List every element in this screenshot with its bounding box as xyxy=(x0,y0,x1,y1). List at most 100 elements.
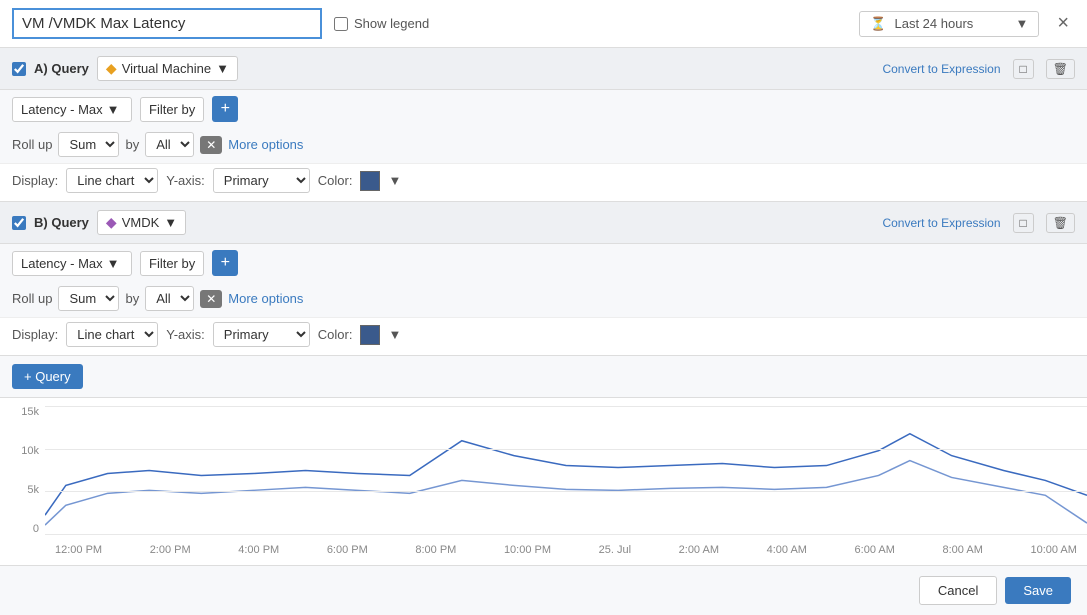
main-container: Show legend ⏳ Last 24 hours ▼ × A) Query… xyxy=(0,0,1087,615)
query-a-color-label: Color: xyxy=(318,173,353,188)
query-b-delete-button[interactable]: 🗑 xyxy=(1046,213,1075,233)
footer: Cancel Save xyxy=(0,565,1087,615)
query-b-color-chevron: ▼ xyxy=(388,327,401,342)
query-b-yaxis-select[interactable]: Primary Secondary xyxy=(213,322,310,347)
query-a-color-chevron: ▼ xyxy=(388,173,401,188)
query-a-by-select[interactable]: All xyxy=(145,132,194,157)
x-label-600pm: 6:00 PM xyxy=(327,544,368,556)
close-button[interactable]: × xyxy=(1051,10,1075,37)
query-b-rollup-row: Roll up Sum Avg Max by All ✕ More option… xyxy=(0,282,1087,317)
time-range-selector[interactable]: ⏳ Last 24 hours ▼ xyxy=(859,11,1039,37)
query-b-convert-link[interactable]: Convert to Expression xyxy=(882,216,1000,230)
chart-area: 15k 10k 5k 0 12:00 PM xyxy=(0,398,1087,565)
chart-plot xyxy=(45,406,1087,535)
query-b-checkbox[interactable] xyxy=(12,216,26,230)
query-b-label: B) Query xyxy=(34,215,89,230)
query-a-entity-label: Virtual Machine xyxy=(122,61,211,76)
show-legend-label: Show legend xyxy=(354,16,429,31)
x-label-200am: 2:00 AM xyxy=(679,544,719,556)
query-b-rollup-select[interactable]: Sum Avg Max xyxy=(58,286,119,311)
query-a-display-label: Display: xyxy=(12,173,58,188)
y-label-5k: 5k xyxy=(27,484,39,496)
query-a-metric-button[interactable]: Latency - Max ▼ xyxy=(12,97,132,122)
query-a-rollup-row: Roll up Sum Avg Max by All ✕ More option… xyxy=(0,128,1087,163)
query-a-yaxis-label: Y-axis: xyxy=(166,173,205,188)
query-a-filter-button[interactable]: Filter by xyxy=(140,97,204,122)
query-a-checkbox[interactable] xyxy=(12,62,26,76)
chart-line-a xyxy=(45,434,1087,515)
query-b-add-button[interactable]: + xyxy=(212,250,238,276)
chart-svg xyxy=(45,406,1087,535)
query-a-yaxis-select[interactable]: Primary Secondary xyxy=(213,168,310,193)
vmdk-icon: ◆ xyxy=(106,214,117,231)
query-a-copy-button[interactable]: □ xyxy=(1013,59,1034,79)
query-a-delete-button[interactable]: 🗑 xyxy=(1046,59,1075,79)
query-b-rollup-label: Roll up xyxy=(12,291,52,306)
query-b-display-row: Display: Line chart Bar chart Y-axis: Pr… xyxy=(0,317,1087,355)
query-b-metric-row: Latency - Max ▼ Filter by + xyxy=(0,244,1087,282)
query-a-metric-chevron: ▼ xyxy=(107,102,120,117)
query-b-entity-label: VMDK xyxy=(122,215,160,230)
query-a-metric-label: Latency - Max xyxy=(21,102,103,117)
query-a-display-row: Display: Line chart Bar chart Y-axis: Pr… xyxy=(0,163,1087,201)
query-b-by-select[interactable]: All xyxy=(145,286,194,311)
x-label-600am: 6:00 AM xyxy=(855,544,895,556)
y-axis: 15k 10k 5k 0 xyxy=(0,406,45,535)
query-b-chart-type-select[interactable]: Line chart Bar chart xyxy=(66,322,158,347)
query-b-color-swatch[interactable] xyxy=(360,325,380,345)
query-b-more-options-link[interactable]: More options xyxy=(228,291,303,306)
query-b-clear-button[interactable]: ✕ xyxy=(200,290,222,308)
query-b-metric-chevron: ▼ xyxy=(107,256,120,271)
query-a-clear-button[interactable]: ✕ xyxy=(200,136,222,154)
time-range-chevron: ▼ xyxy=(1015,16,1028,31)
chart-inner: 15k 10k 5k 0 12:00 PM xyxy=(0,406,1087,565)
x-label-800pm: 8:00 PM xyxy=(415,544,456,556)
chart-line-b xyxy=(45,461,1087,525)
add-query-button[interactable]: + Query xyxy=(12,364,83,389)
add-query-label: + Query xyxy=(24,369,71,384)
query-b-section: B) Query ◆ VMDK ▼ Convert to Expression … xyxy=(0,202,1087,356)
query-a-more-options-link[interactable]: More options xyxy=(228,137,303,152)
time-range-label: Last 24 hours xyxy=(895,16,974,31)
x-label-1000pm: 10:00 PM xyxy=(504,544,551,556)
query-a-rollup-label: Roll up xyxy=(12,137,52,152)
query-a-chart-type-select[interactable]: Line chart Bar chart xyxy=(66,168,158,193)
grid-line-mid1 xyxy=(45,449,1087,450)
query-b-filter-button[interactable]: Filter by xyxy=(140,251,204,276)
query-a-metric-row: Latency - Max ▼ Filter by + xyxy=(0,90,1087,128)
query-a-header: A) Query ◆ Virtual Machine ▼ Convert to … xyxy=(0,48,1087,90)
add-query-wrap: + Query xyxy=(0,356,1087,398)
grid-line-top xyxy=(45,406,1087,407)
x-label-200pm: 2:00 PM xyxy=(150,544,191,556)
query-b-yaxis-label: Y-axis: xyxy=(166,327,205,342)
query-a-entity-chevron: ▼ xyxy=(216,61,229,76)
x-label-1200pm: 12:00 PM xyxy=(55,544,102,556)
query-b-metric-label: Latency - Max xyxy=(21,256,103,271)
query-b-header: B) Query ◆ VMDK ▼ Convert to Expression … xyxy=(0,202,1087,244)
query-a-entity-button[interactable]: ◆ Virtual Machine ▼ xyxy=(97,56,238,81)
query-a-color-swatch[interactable] xyxy=(360,171,380,191)
x-label-400am: 4:00 AM xyxy=(767,544,807,556)
query-a-section: A) Query ◆ Virtual Machine ▼ Convert to … xyxy=(0,48,1087,202)
y-label-0: 0 xyxy=(33,523,39,535)
query-b-metric-button[interactable]: Latency - Max ▼ xyxy=(12,251,132,276)
query-b-entity-button[interactable]: ◆ VMDK ▼ xyxy=(97,210,186,235)
query-b-display-label: Display: xyxy=(12,327,58,342)
cancel-button[interactable]: Cancel xyxy=(919,576,997,605)
x-label-800am: 8:00 AM xyxy=(943,544,983,556)
vm-icon: ◆ xyxy=(106,60,117,77)
show-legend-checkbox[interactable] xyxy=(334,17,348,31)
query-b-copy-button[interactable]: □ xyxy=(1013,213,1034,233)
save-button[interactable]: Save xyxy=(1005,577,1071,604)
query-b-by-label: by xyxy=(125,291,139,306)
x-label-400pm: 4:00 PM xyxy=(238,544,279,556)
y-label-15k: 15k xyxy=(21,406,39,418)
title-input[interactable] xyxy=(12,8,322,39)
query-b-entity-chevron: ▼ xyxy=(164,215,177,230)
query-a-add-button[interactable]: + xyxy=(212,96,238,122)
clock-icon: ⏳ xyxy=(870,16,886,32)
query-a-rollup-select[interactable]: Sum Avg Max xyxy=(58,132,119,157)
query-a-label: A) Query xyxy=(34,61,89,76)
query-a-convert-link[interactable]: Convert to Expression xyxy=(882,62,1000,76)
x-label-25jul: 25. Jul xyxy=(599,544,631,556)
